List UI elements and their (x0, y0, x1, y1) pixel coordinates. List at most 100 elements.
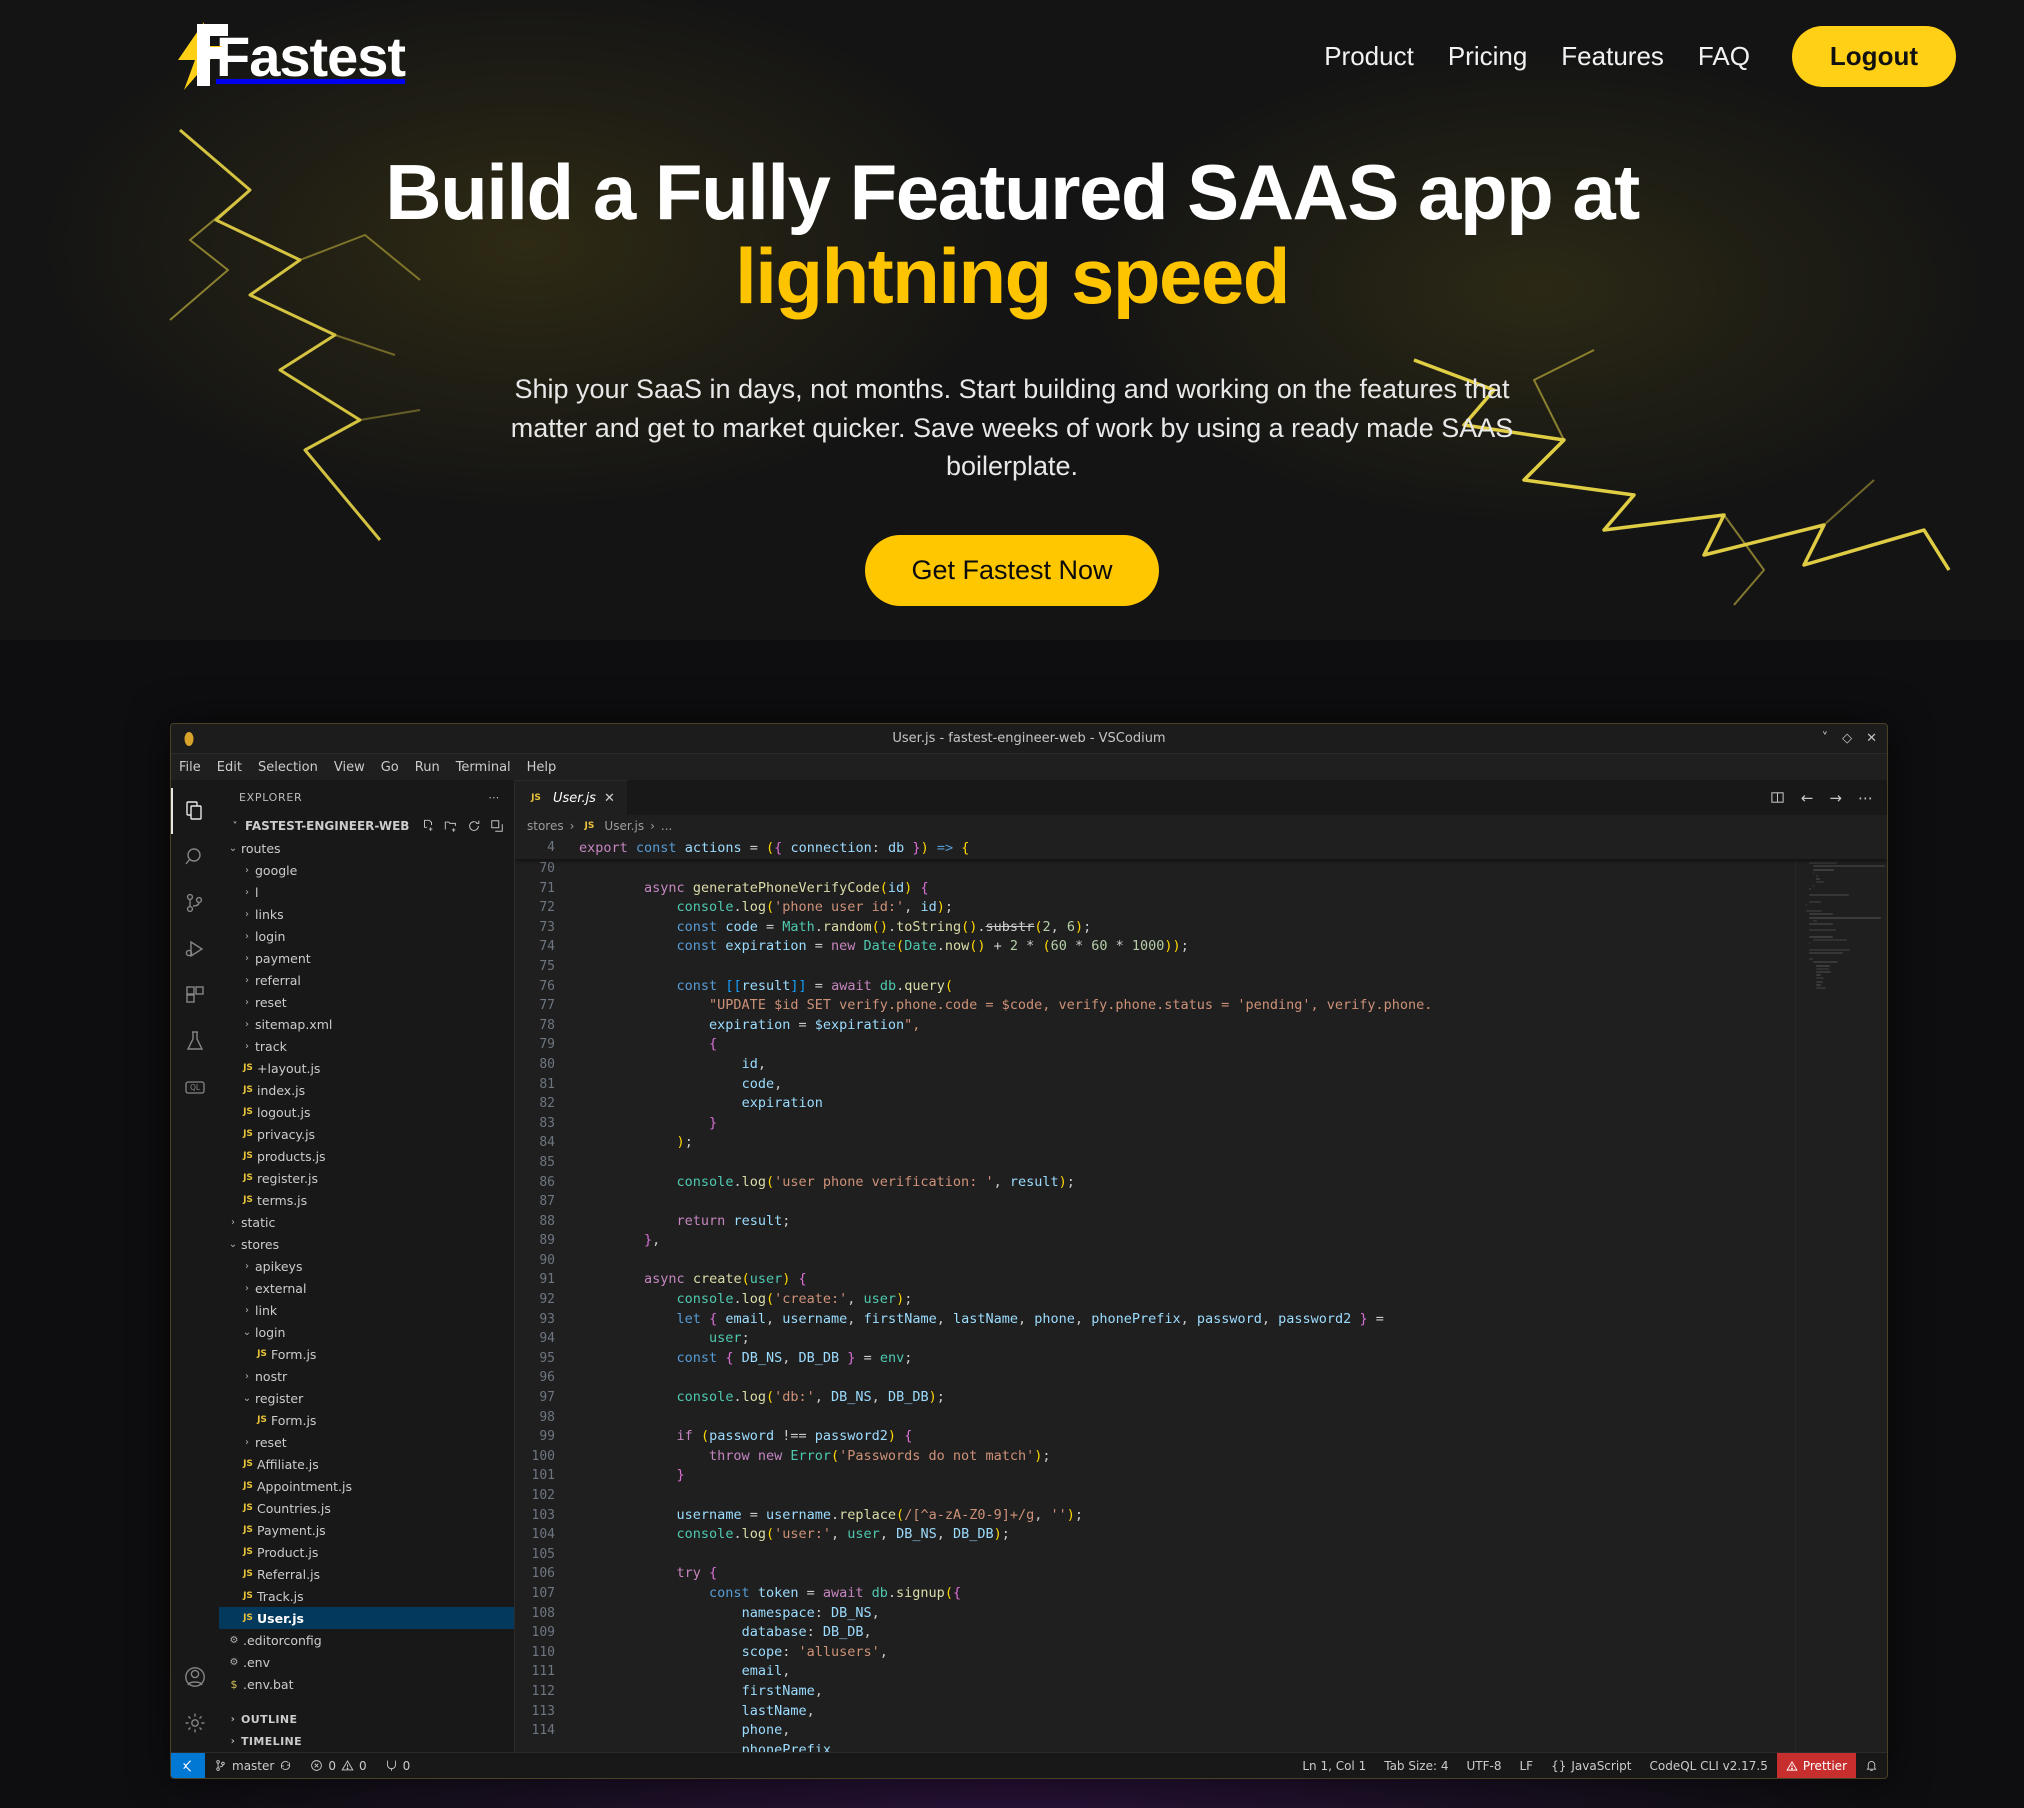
code-line[interactable]: try { (579, 1564, 1795, 1584)
menu-edit[interactable]: Edit (217, 760, 242, 775)
code-line[interactable]: database: DB_DB, (579, 1623, 1795, 1643)
menu-selection[interactable]: Selection (258, 760, 318, 775)
code-line[interactable]: username = username.replace(/[^a-zA-Z0-9… (579, 1506, 1795, 1526)
tree-folder[interactable]: › reset (219, 991, 514, 1013)
run-debug-icon[interactable] (171, 926, 219, 972)
tree-file[interactable]: JS +layout.js (219, 1057, 514, 1079)
window-minimize-icon[interactable]: ˅ (1822, 731, 1829, 746)
source-control-icon[interactable] (171, 880, 219, 926)
code-line[interactable]: } (579, 1466, 1795, 1486)
tree-file[interactable]: $ .env.bat (219, 1673, 514, 1695)
code-line[interactable]: const [[result]] = await db.query( (579, 977, 1795, 997)
ellipsis-icon[interactable]: ⋯ (488, 791, 500, 804)
get-fastest-now-button[interactable]: Get Fastest Now (865, 535, 1159, 607)
tree-file[interactable]: JS Appointment.js (219, 1475, 514, 1497)
tab-user-js[interactable]: JS User.js ✕ (515, 780, 627, 815)
language-mode-status[interactable]: {} JavaScript (1542, 1753, 1640, 1779)
window-maximize-icon[interactable]: ◇ (1842, 731, 1852, 746)
code-line[interactable]: console.log('db:', DB_NS, DB_DB); (579, 1388, 1795, 1408)
code-line[interactable]: throw new Error('Passwords do not match'… (579, 1447, 1795, 1467)
code-line[interactable]: ); (579, 1133, 1795, 1153)
tree-folder[interactable]: › l (219, 881, 514, 903)
code-line[interactable]: scope: 'allusers', (579, 1643, 1795, 1663)
code-line[interactable]: console.log('phone user id:', id); (579, 898, 1795, 918)
outline-section[interactable]: › OUTLINE (219, 1708, 514, 1730)
code-line[interactable]: { (579, 1035, 1795, 1055)
tree-file[interactable]: JS User.js (219, 1607, 514, 1629)
code-line[interactable]: expiration (579, 1094, 1795, 1114)
back-arrow-icon[interactable]: ← (1801, 789, 1814, 807)
tree-file[interactable]: JS index.js (219, 1079, 514, 1101)
tree-folder[interactable]: › static (219, 1211, 514, 1233)
split-editor-icon[interactable] (1770, 790, 1785, 805)
timeline-section[interactable]: › TIMELINE (219, 1730, 514, 1752)
menu-file[interactable]: File (179, 760, 201, 775)
tree-folder[interactable]: › nostr (219, 1365, 514, 1387)
menu-run[interactable]: Run (415, 760, 440, 775)
code-line[interactable] (579, 957, 1795, 977)
brand-logo[interactable]: Fastest (170, 20, 406, 92)
tree-file[interactable]: JS Countries.js (219, 1497, 514, 1519)
tree-file[interactable]: JS logout.js (219, 1101, 514, 1123)
encoding-status[interactable]: UTF-8 (1457, 1753, 1510, 1779)
tree-folder[interactable]: › payment (219, 947, 514, 969)
refresh-icon[interactable] (467, 819, 481, 833)
tree-file[interactable]: JS Form.js (219, 1409, 514, 1431)
tree-folder[interactable]: › referral (219, 969, 514, 991)
code-line[interactable]: const code = Math.random().toString().su… (579, 918, 1795, 938)
code-line[interactable] (579, 1545, 1795, 1565)
codeql-status[interactable]: CodeQL CLI v2.17.5 (1641, 1753, 1777, 1779)
code-line[interactable] (579, 1486, 1795, 1506)
tree-folder[interactable]: › reset (219, 1431, 514, 1453)
tree-file[interactable]: JS Product.js (219, 1541, 514, 1563)
minimap[interactable] (1795, 837, 1887, 1752)
nav-link-pricing[interactable]: Pricing (1448, 41, 1527, 72)
code-line[interactable]: }, (579, 1231, 1795, 1251)
prettier-status[interactable]: Prettier (1776, 1752, 1856, 1778)
code-line[interactable] (579, 1153, 1795, 1173)
code-line[interactable]: let { email, username, firstName, lastNa… (579, 1310, 1795, 1330)
menu-terminal[interactable]: Terminal (456, 760, 511, 775)
breadcrumb[interactable]: stores › JS User.js › ... (515, 815, 1887, 837)
file-tree[interactable]: ⌄ routes › google › l › links › login › payment › ref… (219, 837, 514, 1708)
explorer-icon[interactable] (171, 788, 219, 834)
tree-folder[interactable]: ⌄ routes (219, 837, 514, 859)
account-icon[interactable] (171, 1654, 219, 1700)
tree-file[interactable]: JS terms.js (219, 1189, 514, 1211)
code-line[interactable]: firstName, (579, 1682, 1795, 1702)
tree-folder[interactable]: › apikeys (219, 1255, 514, 1277)
eol-status[interactable]: LF (1510, 1753, 1542, 1779)
code-line[interactable]: email, (579, 1662, 1795, 1682)
notifications-status[interactable] (1856, 1753, 1887, 1779)
code-line[interactable]: if (password !== password2) { (579, 1427, 1795, 1447)
tree-file[interactable]: JS privacy.js (219, 1123, 514, 1145)
menu-help[interactable]: Help (527, 760, 557, 775)
code-line[interactable]: const { DB_NS, DB_DB } = env; (579, 1349, 1795, 1369)
tree-folder[interactable]: ⌄ register (219, 1387, 514, 1409)
code-line[interactable]: user; (579, 1329, 1795, 1349)
tree-file[interactable]: JS Form.js (219, 1343, 514, 1365)
collapse-all-icon[interactable] (490, 819, 504, 833)
tree-folder[interactable]: › track (219, 1035, 514, 1057)
code-line[interactable]: console.log('create:', user); (579, 1290, 1795, 1310)
tree-file[interactable]: JS Affiliate.js (219, 1453, 514, 1475)
code-line[interactable] (579, 1408, 1795, 1428)
tree-file[interactable]: JS register.js (219, 1167, 514, 1189)
nav-link-features[interactable]: Features (1561, 41, 1664, 72)
tree-file[interactable]: JS Track.js (219, 1585, 514, 1607)
tree-folder[interactable]: ⌄ login (219, 1321, 514, 1343)
code-line[interactable]: console.log('user:', user, DB_NS, DB_DB)… (579, 1525, 1795, 1545)
code-line[interactable] (579, 1251, 1795, 1271)
new-file-icon[interactable] (421, 819, 435, 833)
tab-size-status[interactable]: Tab Size: 4 (1375, 1753, 1457, 1779)
code-line[interactable]: id, (579, 1055, 1795, 1075)
extensions-icon[interactable] (171, 972, 219, 1018)
code-line[interactable]: "UPDATE $id SET verify.phone.code = $cod… (579, 996, 1795, 1016)
codeql-icon[interactable]: QL (171, 1064, 219, 1110)
forward-arrow-icon[interactable]: → (1829, 789, 1842, 807)
code-line[interactable]: const expiration = new Date(Date.now() +… (579, 937, 1795, 957)
tree-file[interactable]: JS products.js (219, 1145, 514, 1167)
explorer-root-folder[interactable]: ˅ FASTEST-ENGINEER-WEB (219, 815, 514, 837)
tree-file[interactable]: JS Payment.js (219, 1519, 514, 1541)
tree-file[interactable]: ⚙ .editorconfig (219, 1629, 514, 1651)
